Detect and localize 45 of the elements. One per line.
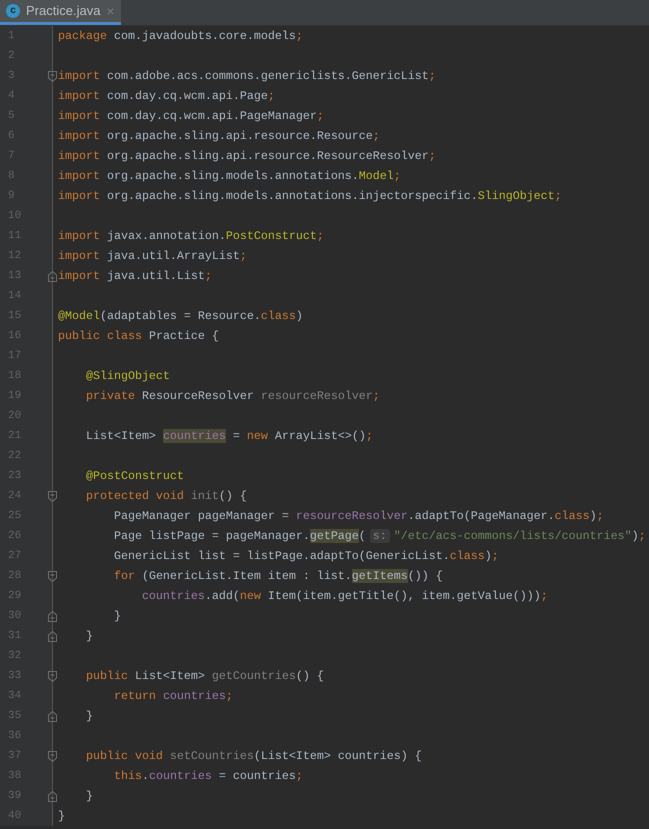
code-line: PageManager pageManager = resourceResolver.adaptTo(PageManager.class);: [112, 508, 604, 525]
fold-marker-icon[interactable]: [48, 610, 57, 622]
code-line: import com.adobe.acs.commons.genericlists.GenericList;: [57, 68, 436, 85]
code-line: public void setCountries(List<Item> countries) {: [84, 748, 422, 765]
code-line: @SlingObject: [84, 368, 170, 385]
code-line: protected void init() {: [84, 488, 247, 505]
code-line: @PostConstruct: [84, 468, 184, 485]
code-line: countries.add(new Item(item.getTitle(), item.getValue()));: [140, 588, 548, 605]
class-file-icon: c: [6, 4, 20, 18]
code-line: import org.apache.sling.api.resource.ResourceResolver;: [57, 148, 436, 165]
code-line: import com.day.cq.wcm.api.Page;: [57, 88, 275, 105]
fold-marker-icon[interactable]: [48, 750, 57, 762]
code-line: GenericList list = listPage.adaptTo(GenericList.class);: [112, 548, 499, 565]
code-line: }: [57, 808, 65, 825]
code-line: List<Item> countries = new ArrayList<>();: [84, 428, 373, 445]
code-line: import org.apache.sling.models.annotations.injectorspecific.SlingObject;: [57, 188, 562, 205]
code-line: public List<Item> getCountries() {: [84, 668, 324, 685]
code-line: import org.apache.sling.models.annotations.Model;: [57, 168, 401, 185]
code-line: }: [112, 608, 121, 625]
code-line: package com.javadoubts.core.models;: [57, 28, 303, 45]
code-line: import org.apache.sling.api.resource.Resource;: [57, 128, 380, 145]
editor-tab[interactable]: c Practice.java ×: [0, 0, 121, 25]
fold-marker-icon[interactable]: [48, 790, 57, 802]
fold-marker-icon[interactable]: [48, 270, 57, 282]
code-line: return countries;: [112, 688, 233, 705]
fold-marker-icon[interactable]: [48, 490, 57, 502]
code-line: }: [84, 628, 93, 645]
code-line: @Model(adaptables = Resource.class): [57, 308, 303, 325]
fold-marker-icon[interactable]: [48, 630, 57, 642]
fold-marker-icon[interactable]: [48, 570, 57, 582]
code-line: import com.day.cq.wcm.api.PageManager;: [57, 108, 324, 125]
code-line: import java.util.List;: [57, 268, 212, 285]
fold-marker-icon[interactable]: [48, 70, 57, 82]
code-line: }: [84, 708, 93, 725]
fold-marker-icon[interactable]: [48, 710, 57, 722]
code-line: this.countries = countries;: [112, 768, 303, 785]
code-line: }: [84, 788, 93, 805]
code-line: Page listPage = pageManager.getPage( s: "/etc/acs-commons/lists/countries");: [112, 528, 646, 545]
code-line: import javax.annotation.PostConstruct;: [57, 228, 324, 245]
code-line: public class Practice {: [57, 328, 219, 345]
code-line: private ResourceResolver resourceResolver;: [84, 388, 380, 405]
fold-marker-icon[interactable]: [48, 670, 57, 682]
code-line: for (GenericList.Item item : list.getItems()) {: [112, 568, 443, 585]
code-line: import java.util.ArrayList;: [57, 248, 247, 265]
tab-title: Practice.java: [26, 2, 100, 20]
